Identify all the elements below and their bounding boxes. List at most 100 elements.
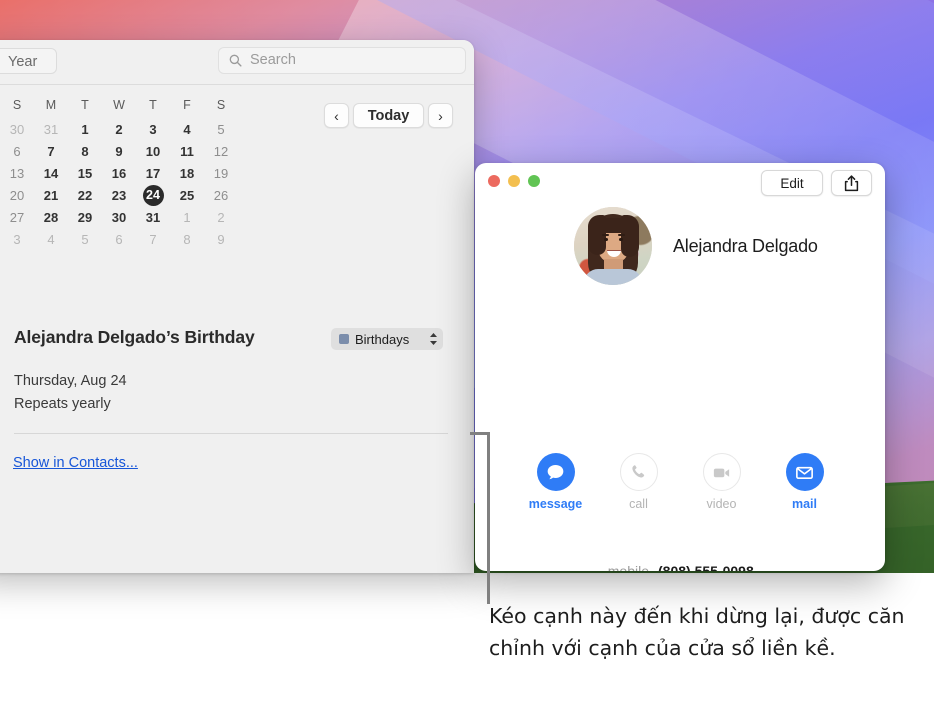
callout-leader-line — [470, 432, 492, 604]
search-input[interactable]: Search — [218, 47, 466, 74]
day-cell[interactable]: 1 — [170, 206, 204, 228]
day-cell[interactable]: 18 — [170, 162, 204, 184]
day-cell[interactable]: 25 — [170, 184, 204, 206]
month-week-row: 27 28 29 30 31 1 2 — [0, 206, 238, 228]
calendar-color-swatch — [339, 334, 349, 344]
weekday-header: T — [149, 98, 157, 112]
day-cell[interactable]: 27 — [0, 206, 34, 228]
contact-field-value[interactable]: (808) 555-0098 — [658, 560, 754, 571]
selected-day: 24 — [142, 184, 164, 206]
day-cell[interactable]: 3 — [0, 228, 34, 250]
day-cell[interactable]: 5 — [204, 118, 238, 140]
day-cell[interactable]: 12 — [204, 140, 238, 162]
day-cell[interactable]: 7 — [136, 228, 170, 250]
weekday-header: S — [216, 98, 226, 112]
zoom-traffic-light[interactable] — [528, 175, 540, 187]
calendar-navigation: ‹ Today › — [324, 103, 453, 128]
next-month-button[interactable]: › — [428, 103, 453, 128]
day-cell[interactable]: 4 — [170, 118, 204, 140]
contact-fields: mobile(808) 555-0098FaceTimehomealejandr… — [475, 556, 885, 571]
day-cell[interactable]: 16 — [102, 162, 136, 184]
day-cell[interactable]: 10 — [136, 140, 170, 162]
day-cell[interactable]: 15 — [68, 162, 102, 184]
day-cell[interactable]: 4 — [34, 228, 68, 250]
day-cell[interactable]: 30 — [0, 118, 34, 140]
day-cell[interactable]: 19 — [204, 162, 238, 184]
day-cell[interactable]: 9 — [102, 140, 136, 162]
day-cell[interactable]: 22 — [68, 184, 102, 206]
minimize-traffic-light[interactable] — [508, 175, 520, 187]
close-traffic-light[interactable] — [488, 175, 500, 187]
calendar-window: Year Search SMTWTFS 30 31 1 2 3 4 5 6 7 8 9 10 11 12 1… — [0, 40, 474, 573]
day-cell[interactable]: 8 — [68, 140, 102, 162]
search-placeholder: Search — [250, 52, 296, 68]
day-cell[interactable]: 1 — [68, 118, 102, 140]
event-details: Thursday, Aug 24 Repeats yearly — [14, 370, 127, 416]
day-cell[interactable]: 2 — [102, 118, 136, 140]
month-week-row: 20 21 22 23 24 25 26 — [0, 184, 238, 206]
message-bubble-icon — [536, 453, 575, 491]
calendar-picker-label: Birthdays — [355, 331, 410, 347]
edit-button[interactable]: Edit — [761, 170, 823, 196]
day-cell[interactable]: 14 — [34, 162, 68, 184]
year-view-button[interactable]: Year — [0, 48, 57, 74]
video-action-label: video — [706, 497, 737, 511]
call-action-button: call — [617, 453, 661, 511]
day-cell[interactable]: 30 — [102, 206, 136, 228]
chevron-up-down-icon — [429, 332, 438, 346]
month-week-row: 13 14 15 16 17 18 19 — [0, 162, 238, 184]
weekday-header: W — [113, 98, 125, 112]
weekday-header: S — [12, 98, 22, 112]
day-cell[interactable]: 17 — [136, 162, 170, 184]
day-cell[interactable]: 21 — [34, 184, 68, 206]
weekday-header: T — [81, 98, 89, 112]
day-cell[interactable]: 31 — [136, 206, 170, 228]
day-cell[interactable]: 31 — [34, 118, 68, 140]
day-cell[interactable]: 28 — [34, 206, 68, 228]
day-cell[interactable]: 13 — [0, 162, 34, 184]
contact-titlebar: Edit — [475, 163, 885, 207]
callout-vertical-segment — [487, 432, 490, 604]
share-button[interactable] — [831, 170, 872, 196]
mail-action-label: mail — [791, 497, 817, 511]
avatar — [574, 207, 652, 285]
day-cell[interactable]: 24 — [136, 184, 170, 206]
day-cell[interactable]: 6 — [102, 228, 136, 250]
contact-name: Alejandra Delgado — [673, 235, 818, 256]
share-icon — [844, 174, 859, 191]
day-cell[interactable]: 26 — [204, 184, 238, 206]
month-week-row: 30 31 1 2 3 4 5 — [0, 118, 238, 140]
month-week-row: 3456789 — [0, 228, 238, 250]
day-cell[interactable]: 6 — [0, 140, 34, 162]
show-in-contacts-link[interactable]: Show in Contacts... — [13, 455, 138, 471]
message-action-button[interactable]: message — [529, 453, 582, 511]
day-cell[interactable]: 5 — [68, 228, 102, 250]
calendar-toolbar: Year Search — [0, 40, 474, 85]
weekday-header: M — [45, 98, 57, 112]
day-cell[interactable]: 20 — [0, 184, 34, 206]
event-title: Alejandra Delgado’s Birthday — [14, 327, 255, 347]
contact-header: Alejandra Delgado — [475, 207, 885, 285]
today-button[interactable]: Today — [353, 103, 424, 128]
day-cell[interactable]: 11 — [170, 140, 204, 162]
month-grid: SMTWTFS 30 31 1 2 3 4 5 6 7 8 9 10 11 12 13 14 15 16 17 18 1… — [0, 98, 238, 250]
day-cell[interactable]: 7 — [34, 140, 68, 162]
day-cell[interactable]: 9 — [204, 228, 238, 250]
contact-card-window: Edit Alejandra Delgado message call vide… — [475, 163, 885, 571]
day-cell[interactable]: 2 — [204, 206, 238, 228]
calendar-picker[interactable]: Birthdays — [331, 328, 443, 350]
contact-action-row: message call video mail — [475, 453, 885, 511]
contact-field-label: mobile — [607, 563, 649, 571]
mail-action-button[interactable]: mail — [783, 453, 827, 511]
previous-month-button[interactable]: ‹ — [324, 103, 349, 128]
day-cell[interactable]: 3 — [136, 118, 170, 140]
day-cell[interactable]: 29 — [68, 206, 102, 228]
video-camera-icon — [702, 453, 741, 491]
event-date: Thursday, Aug 24 — [14, 373, 127, 389]
weekday-header: F — [183, 98, 191, 112]
phone-handset-icon — [619, 453, 658, 491]
day-cell[interactable]: 23 — [102, 184, 136, 206]
month-week-row: 6 7 8 9 10 11 12 — [0, 140, 238, 162]
day-cell[interactable]: 8 — [170, 228, 204, 250]
month-table: SMTWTFS 30 31 1 2 3 4 5 6 7 8 9 10 11 12 13 14 15 16 17 18 1… — [0, 98, 238, 250]
